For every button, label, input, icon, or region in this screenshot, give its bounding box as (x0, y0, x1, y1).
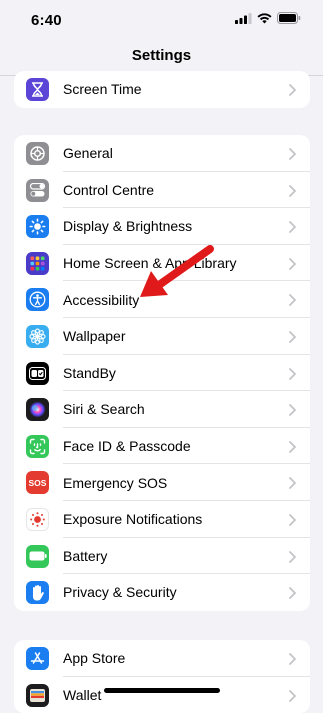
chevron-right-icon (289, 586, 296, 604)
settings-group-main: General Control Centre Display & Brightn… (14, 135, 310, 611)
chevron-right-icon (289, 184, 296, 202)
row-label: Exposure Notifications (63, 511, 203, 528)
chevron-right-icon (289, 257, 296, 275)
row-label: Display & Brightness (63, 218, 193, 235)
status-bar: 6:40 (0, 0, 323, 40)
gear-icon (26, 142, 49, 165)
hand-icon (26, 581, 49, 605)
settings-row-battery[interactable]: Battery (14, 538, 310, 575)
chevron-right-icon (289, 367, 296, 385)
app-store-icon (26, 647, 49, 670)
settings-group-top: Screen Time (14, 71, 310, 108)
settings-row-display-brightness[interactable]: Display & Brightness (14, 208, 310, 245)
row-label: Wallpaper (63, 328, 126, 345)
row-label: Privacy & Security (63, 584, 177, 601)
wallet-icon (26, 683, 49, 707)
wifi-icon (257, 11, 272, 29)
accessibility-icon (26, 288, 49, 312)
status-icons (235, 11, 301, 29)
settings-row-face-id[interactable]: Face ID & Passcode (14, 428, 310, 465)
home-indicator (104, 688, 220, 693)
row-label: Screen Time (63, 81, 142, 98)
row-label: Control Centre (63, 181, 155, 198)
settings-row-standby[interactable]: StandBy (14, 355, 310, 392)
battery-icon (26, 544, 49, 568)
settings-row-exposure-notifications[interactable]: Exposure Notifications (14, 501, 310, 538)
row-label: Accessibility (63, 291, 140, 308)
settings-row-emergency-sos[interactable]: SOS Emergency SOS (14, 464, 310, 501)
chevron-right-icon (289, 147, 296, 165)
settings-row-screen-time[interactable]: Screen Time (14, 71, 310, 108)
face-id-icon (26, 434, 49, 458)
settings-row-wallet[interactable]: Wallet (14, 677, 310, 713)
row-label: App Store (63, 650, 126, 667)
row-label: Siri & Search (63, 401, 145, 418)
chevron-right-icon (289, 293, 296, 311)
flower-icon (26, 324, 49, 348)
row-label: StandBy (63, 364, 116, 381)
settings-row-app-store[interactable]: App Store (14, 640, 310, 677)
toggles-icon (26, 178, 49, 202)
standby-icon (26, 361, 49, 385)
app-grid-icon (26, 251, 49, 275)
sos-icon: SOS (26, 471, 49, 495)
row-label: General (63, 145, 113, 162)
settings-group-bottom: App Store Wallet (14, 640, 310, 713)
chevron-right-icon (289, 83, 296, 101)
exposure-icon (26, 507, 49, 531)
chevron-right-icon (289, 689, 296, 707)
battery-status-icon (277, 11, 301, 29)
chevron-right-icon (289, 330, 296, 348)
settings-row-wallpaper[interactable]: Wallpaper (14, 318, 310, 355)
sun-icon (26, 215, 49, 239)
hourglass-icon (26, 78, 49, 101)
row-label: Wallet (63, 686, 102, 703)
settings-row-general[interactable]: General (14, 135, 310, 172)
row-label: Battery (63, 547, 108, 564)
sos-icon-text: SOS (28, 477, 47, 488)
row-label: Emergency SOS (63, 474, 168, 491)
chevron-right-icon (289, 513, 296, 531)
chevron-right-icon (289, 476, 296, 494)
signal-icon (235, 11, 252, 29)
siri-icon (26, 398, 49, 422)
settings-row-privacy-security[interactable]: Privacy & Security (14, 574, 310, 611)
row-label: Home Screen & App Library (63, 255, 237, 272)
row-label: Face ID & Passcode (63, 438, 191, 455)
settings-row-accessibility[interactable]: Accessibility (14, 281, 310, 318)
settings-row-control-centre[interactable]: Control Centre (14, 172, 310, 209)
page-title: Settings (131, 47, 192, 64)
chevron-right-icon (289, 220, 296, 238)
chevron-right-icon (289, 652, 296, 670)
chevron-right-icon (289, 440, 296, 458)
settings-row-home-screen[interactable]: Home Screen & App Library (14, 245, 310, 282)
status-time: 6:40 (31, 11, 62, 29)
settings-row-siri-search[interactable]: Siri & Search (14, 391, 310, 428)
chevron-right-icon (289, 550, 296, 568)
chevron-right-icon (289, 403, 296, 421)
